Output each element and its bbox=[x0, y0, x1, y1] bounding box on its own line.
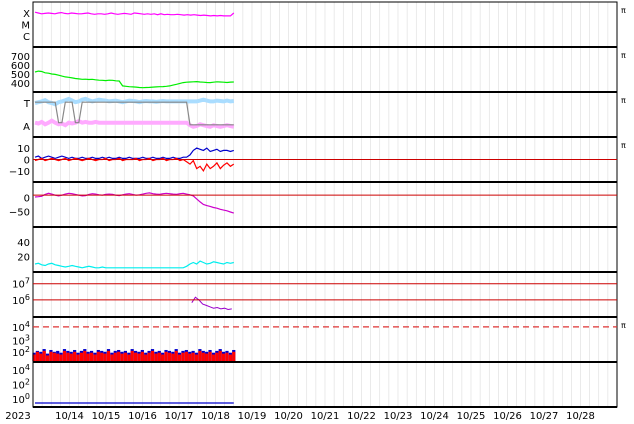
y-tick-label: T bbox=[23, 99, 31, 110]
series-layer bbox=[32, 11, 236, 404]
series-mag_sector-1 bbox=[34, 118, 235, 129]
right-marker: π bbox=[621, 96, 626, 105]
x-tick-label: 10/21 bbox=[311, 411, 340, 422]
x-tick-label-start: 2023 bbox=[5, 411, 30, 422]
y-tick-label: 100 bbox=[12, 392, 30, 406]
y-tick-label: 0 bbox=[24, 193, 30, 204]
y-tick-label: C bbox=[23, 32, 30, 43]
x-tick-labels: 2023 10/14 10/15 10/16 10/17 10/18 10/19 10/20… bbox=[5, 411, 595, 422]
series-imf_bz-1 bbox=[34, 157, 235, 173]
y-tick-label: 400 bbox=[11, 79, 30, 90]
y-tick-label: −10 bbox=[9, 167, 30, 178]
right-marker: π bbox=[621, 321, 626, 330]
y-tick-label: 10 bbox=[17, 144, 30, 155]
y-tick-label: X bbox=[23, 9, 30, 20]
x-tick-label: 10/20 bbox=[274, 411, 303, 422]
x-tick-label: 10/24 bbox=[420, 411, 449, 422]
y-tick-label: M bbox=[21, 21, 30, 32]
grid bbox=[32, 2, 618, 407]
right-marker: π bbox=[621, 6, 626, 15]
x-tick-label: 10/26 bbox=[493, 411, 522, 422]
right-marker: π bbox=[621, 51, 626, 60]
series-density-0 bbox=[34, 260, 234, 269]
space-weather-chart: XMCπ700600500400πTAπ100−10π0−50402010710… bbox=[5, 1, 626, 422]
y-tick-label: 104 bbox=[12, 363, 30, 377]
right-marker: π bbox=[621, 141, 626, 150]
x-tick-label: 10/19 bbox=[238, 411, 267, 422]
x-tick-label: 10/25 bbox=[457, 411, 486, 422]
series-xray-0 bbox=[34, 11, 235, 17]
series-dst-0 bbox=[34, 192, 234, 214]
x-tick-label: 10/16 bbox=[128, 411, 157, 422]
y-tick-label: 104 bbox=[12, 320, 30, 334]
series-proton-flux bbox=[191, 296, 232, 311]
y-tick-label: 107 bbox=[12, 277, 30, 291]
x-tick-label: 10/17 bbox=[165, 411, 194, 422]
x-tick-label: 10/15 bbox=[92, 411, 121, 422]
y-tick-label: −50 bbox=[9, 208, 30, 219]
series-imf_bz-0 bbox=[34, 147, 234, 160]
x-tick-label: 10/28 bbox=[566, 411, 595, 422]
y-tick-label: 40 bbox=[17, 238, 30, 249]
series-wind_speed-0 bbox=[34, 70, 234, 89]
y-tick-label: 106 bbox=[12, 293, 30, 307]
x-tick-label: 10/18 bbox=[201, 411, 230, 422]
x-tick-label: 10/23 bbox=[384, 411, 413, 422]
y-tick-label: 102 bbox=[12, 345, 30, 359]
x-tick-label: 10/14 bbox=[55, 411, 84, 422]
y-tick-label: 102 bbox=[12, 378, 30, 392]
y-tick-label: A bbox=[23, 122, 30, 133]
y-tick-label: 20 bbox=[17, 253, 30, 264]
y-tick-labels: XMCπ700600500400πTAπ100−10π0−50402010710… bbox=[9, 6, 626, 406]
y-tick-label: 0 bbox=[24, 156, 30, 167]
x-tick-label: 10/22 bbox=[347, 411, 376, 422]
x-tick-label: 10/27 bbox=[530, 411, 559, 422]
